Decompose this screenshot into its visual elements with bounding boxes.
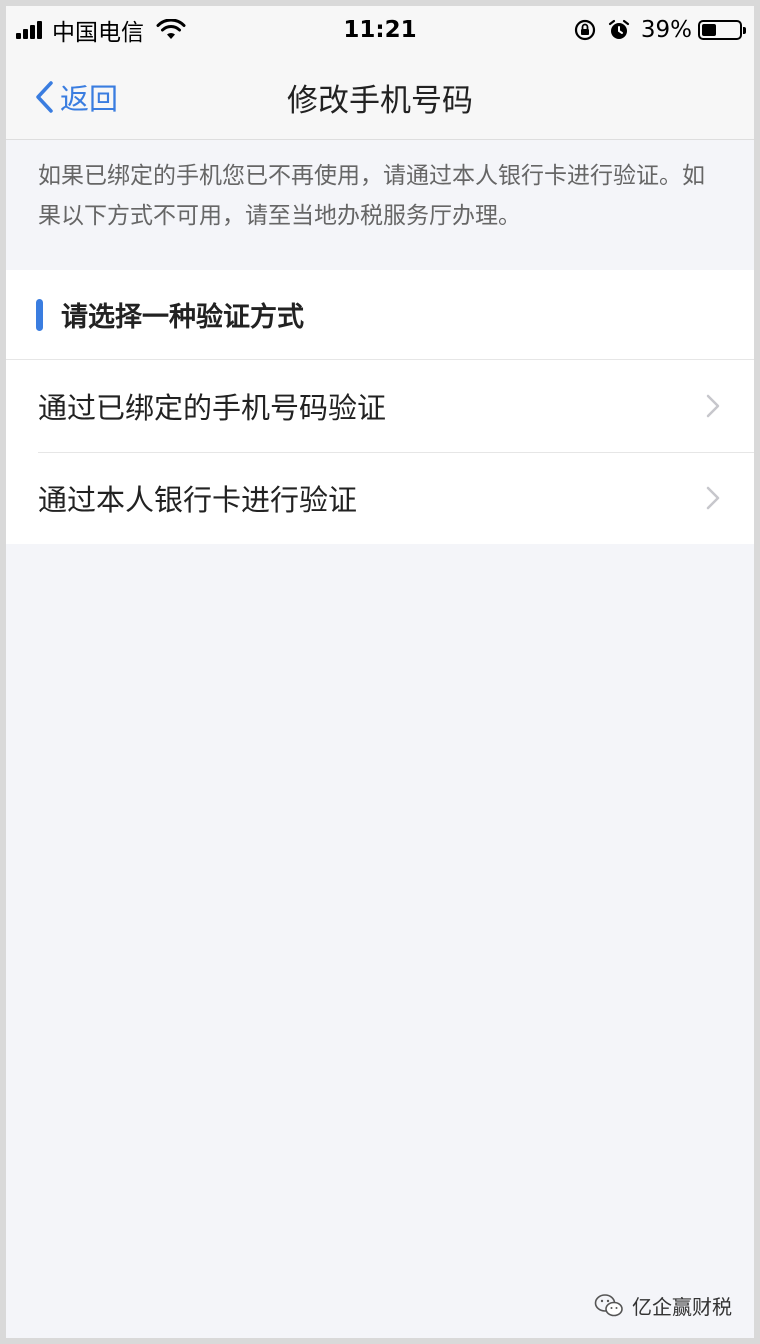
status-left: 中国电信 <box>16 6 186 54</box>
section-header: 请选择一种验证方式 <box>6 270 754 360</box>
battery-fill <box>702 24 717 36</box>
status-right: 39% <box>573 6 746 54</box>
watermark: 亿企赢财税 <box>594 1291 732 1320</box>
section-accent-bar <box>36 298 43 331</box>
battery-icon <box>698 20 746 40</box>
chevron-right-icon <box>706 486 720 510</box>
option-bound-phone[interactable]: 通过已绑定的手机号码验证 <box>6 360 754 452</box>
page-title: 修改手机号码 <box>287 82 473 119</box>
battery-percent: 39% <box>640 17 692 43</box>
verification-options-card: 请选择一种验证方式 通过已绑定的手机号码验证 通过本人银行卡进行验证 <box>6 270 754 544</box>
rotation-lock-icon <box>574 19 595 41</box>
option-bank-card[interactable]: 通过本人银行卡进行验证 <box>6 452 754 544</box>
wifi-icon <box>156 19 186 39</box>
carrier-name: 中国电信 <box>52 20 144 46</box>
option-label: 通过已绑定的手机号码验证 <box>38 391 387 425</box>
notice-text: 如果已绑定的手机您已不再使用，请通过本人银行卡进行验证。如果以下方式不可用，请至… <box>6 140 754 270</box>
phone-screen: 中国电信 11:21 39% 返回 修改手机号码 如果已绑定的手机您已不再使用，… <box>0 0 760 1344</box>
alarm-icon <box>608 19 629 39</box>
option-label: 通过本人银行卡进行验证 <box>38 483 358 517</box>
navigation-bar: 返回 修改手机号码 <box>6 54 754 140</box>
status-bar: 中国电信 11:21 39% <box>6 6 754 54</box>
wechat-icon <box>594 1293 623 1316</box>
back-button[interactable]: 返回 <box>34 54 118 140</box>
back-label: 返回 <box>60 82 119 116</box>
chevron-right-icon <box>706 394 720 418</box>
signal-icon <box>16 21 44 39</box>
back-chevron-icon <box>36 81 53 113</box>
watermark-text: 亿企赢财税 <box>632 1295 732 1319</box>
section-title: 请选择一种验证方式 <box>61 302 304 333</box>
